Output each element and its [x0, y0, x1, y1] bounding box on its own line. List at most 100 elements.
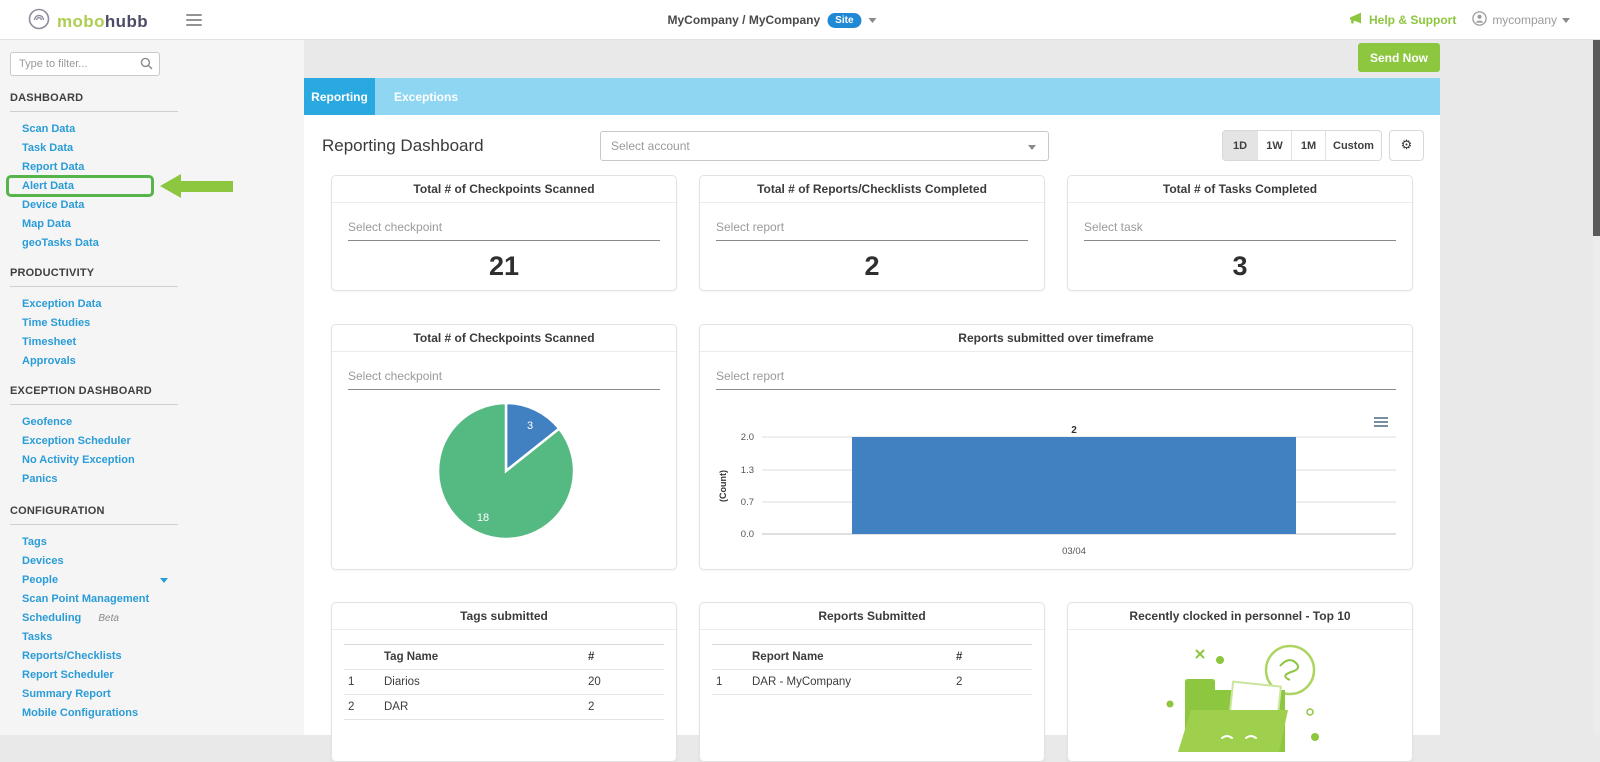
sidebar-item-time-studies[interactable]: Time Studies — [0, 314, 304, 333]
sidebar-item-scan-point-management[interactable]: Scan Point Management — [0, 590, 304, 609]
sidebar-item-tags[interactable]: Tags — [0, 533, 304, 552]
y-tick: 0.7 — [741, 497, 754, 508]
task-filter-input[interactable] — [1084, 220, 1396, 241]
help-support-link[interactable]: Help & Support — [1349, 12, 1456, 28]
tab-reporting[interactable]: Reporting — [304, 78, 375, 115]
table-row: 1 DAR - MyCompany 2 — [712, 670, 1032, 695]
sidebar-item-task-data[interactable]: Task Data — [0, 139, 304, 158]
empty-folder-illustration — [1130, 642, 1350, 762]
beta-badge: Beta — [98, 613, 119, 624]
vertical-scrollbar[interactable] — [1593, 40, 1600, 735]
section-title-exception-dashboard: EXCEPTION DASHBOARD — [10, 385, 294, 397]
table-header-row: Tag Name # — [344, 645, 664, 670]
sidebar-item-geotasks-data[interactable]: geoTasks Data — [0, 234, 304, 253]
search-icon — [140, 57, 153, 75]
sidebar: DASHBOARD Scan Data Task Data Report Dat… — [0, 40, 304, 735]
pie-label-green: 18 — [477, 512, 489, 524]
page-title: Reporting Dashboard — [322, 136, 484, 156]
sidebar-item-reports-checklists[interactable]: Reports/Checklists — [0, 647, 304, 666]
range-button-1m[interactable]: 1M — [1291, 131, 1325, 160]
mobohubb-logo-icon — [28, 8, 50, 35]
pie-chart-card: Total # of Checkpoints Scanned 3 18 — [331, 324, 677, 570]
scrollbar-thumb[interactable] — [1593, 40, 1600, 236]
range-button-1d[interactable]: 1D — [1223, 131, 1257, 160]
sidebar-item-tasks[interactable]: Tasks — [0, 628, 304, 647]
sidebar-item-device-data[interactable]: Device Data — [0, 196, 304, 215]
menu-toggle-icon[interactable] — [186, 14, 202, 29]
report-filter-input[interactable] — [716, 369, 1396, 390]
account-menu[interactable]: mycompany — [1472, 11, 1570, 29]
column-header: # — [952, 645, 1032, 670]
sidebar-item-map-data[interactable]: Map Data — [0, 215, 304, 234]
divider — [10, 111, 178, 112]
sidebar-item-summary-report[interactable]: Summary Report — [0, 685, 304, 704]
section-title-dashboard: DASHBOARD — [10, 92, 294, 104]
report-filter-input[interactable] — [716, 220, 1028, 241]
sparkle-x — [1196, 650, 1204, 658]
tag-count: 20 — [584, 670, 664, 695]
sidebar-item-no-activity-exception[interactable]: No Activity Exception — [0, 451, 304, 470]
sidebar-item-scheduling[interactable]: Scheduling Beta — [0, 609, 304, 628]
settings-gear-button[interactable]: ⚙ — [1389, 130, 1424, 161]
column-header: Tag Name — [380, 645, 584, 670]
checkpoint-filter-input[interactable] — [348, 220, 660, 241]
tab-exceptions[interactable]: Exceptions — [394, 78, 458, 115]
card-title: Total # of Tasks Completed — [1068, 176, 1412, 203]
sidebar-item-exception-data[interactable]: Exception Data — [0, 295, 304, 314]
y-tick: 1.3 — [741, 465, 754, 476]
stat-value: 3 — [1068, 251, 1412, 282]
recent-personnel-card: Recently clocked in personnel - Top 10 — [1067, 602, 1413, 762]
row-index: 2 — [344, 695, 380, 720]
sidebar-item-exception-scheduler[interactable]: Exception Scheduler — [0, 432, 304, 451]
card-title: Total # of Checkpoints Scanned — [332, 325, 676, 352]
sidebar-item-label: People — [22, 574, 58, 586]
divider — [10, 404, 178, 405]
sidebar-item-timesheet[interactable]: Timesheet — [0, 333, 304, 352]
help-support-label: Help & Support — [1369, 13, 1456, 27]
sidebar-item-approvals[interactable]: Approvals — [0, 352, 304, 371]
sidebar-filter-input[interactable] — [11, 53, 135, 75]
stat-value: 2 — [700, 251, 1044, 282]
bar-reports — [852, 437, 1296, 534]
table-row: 2 DAR 2 — [344, 695, 664, 720]
range-button-custom[interactable]: Custom — [1325, 131, 1381, 160]
column-header: # — [584, 645, 664, 670]
sidebar-item-mobile-configurations[interactable]: Mobile Configurations — [0, 704, 304, 723]
table-row: 1 Diarios 20 — [344, 670, 664, 695]
reports-table: Report Name # 1 DAR - MyCompany 2 — [712, 644, 1032, 695]
card-title: Tags submitted — [332, 603, 676, 630]
timeframe-button-group: 1D 1W 1M Custom — [1222, 130, 1382, 161]
send-now-button[interactable]: Send Now — [1358, 43, 1440, 72]
column-header — [712, 645, 748, 670]
divider — [10, 524, 178, 525]
site-breadcrumb[interactable]: MyCompany / MyCompany Site — [667, 0, 876, 40]
sidebar-item-devices[interactable]: Devices — [0, 552, 304, 571]
logo-text: mobohubb — [57, 12, 148, 32]
tag-count: 2 — [584, 695, 664, 720]
divider — [10, 286, 178, 287]
stat-card-reports: Total # of Reports/Checklists Completed … — [699, 175, 1045, 291]
pie-chart: 3 18 — [332, 396, 677, 554]
sidebar-item-alert-data[interactable]: Alert Data — [0, 177, 304, 196]
range-button-1w[interactable]: 1W — [1257, 131, 1291, 160]
sidebar-item-people[interactable]: People — [0, 571, 304, 590]
sidebar-item-panics[interactable]: Panics — [0, 470, 304, 489]
bar-chart-card: Reports submitted over timeframe 2.0 1.3… — [699, 324, 1413, 570]
section-title-productivity: PRODUCTIVITY — [10, 267, 294, 279]
sidebar-item-report-data[interactable]: Report Data — [0, 158, 304, 177]
top-header: mobohubb MyCompany / MyCompany Site Help… — [0, 0, 1600, 40]
table-header-row: Report Name # — [712, 645, 1032, 670]
row-index: 1 — [712, 670, 748, 695]
reports-submitted-card: Reports Submitted Report Name # 1 DAR - … — [699, 602, 1045, 762]
sidebar-item-geofence[interactable]: Geofence — [0, 413, 304, 432]
pie-label-blue: 3 — [527, 420, 533, 432]
gear-icon: ⚙ — [1401, 138, 1413, 153]
mobohubb-logo[interactable]: mobohubb — [28, 8, 148, 35]
row-index: 1 — [344, 670, 380, 695]
user-icon — [1472, 11, 1487, 29]
sidebar-item-report-scheduler[interactable]: Report Scheduler — [0, 666, 304, 685]
checkpoint-filter-input[interactable] — [348, 369, 660, 390]
y-tick: 0.0 — [741, 529, 754, 540]
account-select[interactable]: Select account — [600, 131, 1049, 161]
sidebar-item-scan-data[interactable]: Scan Data — [0, 120, 304, 139]
